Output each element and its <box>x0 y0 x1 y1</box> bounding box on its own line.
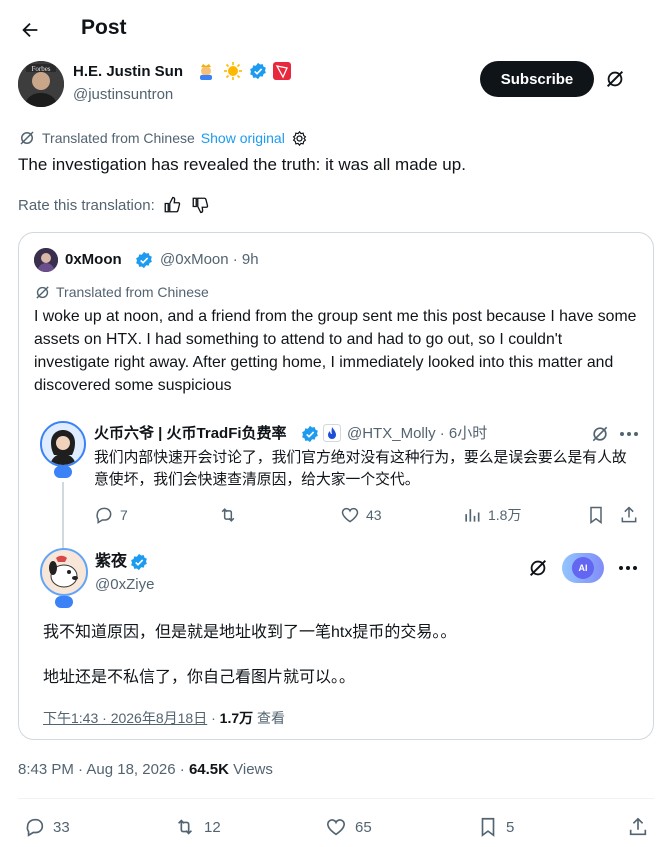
author-handle[interactable]: @justinsuntron <box>73 85 173 105</box>
embedded-name-1: 火币六爷 | 火币TradFi负费率 <box>94 425 287 442</box>
post-text: The investigation has revealed the truth… <box>18 155 466 174</box>
like-icon <box>341 507 359 523</box>
tron-logo-icon <box>273 62 291 80</box>
author-name[interactable]: H.E. Justin Sun <box>73 61 183 83</box>
show-original-link[interactable]: Show original <box>201 130 285 146</box>
views-icon <box>465 509 480 522</box>
reply-button[interactable]: 33 <box>24 815 70 839</box>
divider <box>18 798 654 799</box>
like-button[interactable]: 65 <box>324 815 372 839</box>
thread-line <box>62 482 64 550</box>
share-button[interactable] <box>627 815 656 839</box>
share-icon <box>621 506 637 523</box>
rate-label: Rate this translation: <box>18 196 155 214</box>
embedded-text-2b: 地址还是不私信了，你自己看图片就可以。。 <box>43 669 356 686</box>
reply-count: 33 <box>53 818 70 836</box>
page-title: Post <box>81 16 127 39</box>
quote-translated-label: Translated from Chinese <box>56 284 209 300</box>
quote-author-avatar[interactable] <box>34 248 58 272</box>
thumbs-up-icon[interactable] <box>163 196 181 214</box>
grok-icon <box>526 556 550 580</box>
author-avatar[interactable]: Forbes <box>18 61 64 107</box>
sun-emoji-icon <box>224 62 242 80</box>
embedded-tag-badge <box>54 466 72 478</box>
prince-emoji-icon <box>197 62 215 80</box>
verified-badge-icon <box>130 553 148 571</box>
more-icon <box>618 425 640 443</box>
more-icon <box>617 558 639 578</box>
embedded-views: 1.8万 <box>462 505 521 525</box>
translate-icon <box>34 284 51 301</box>
repost-button[interactable]: 12 <box>173 815 221 839</box>
share-icon <box>629 817 647 836</box>
forbes-logo-text: Forbes <box>31 65 50 73</box>
embedded-text-1: 我们内部快速开会讨论了，我们官方绝对没有这种行为，要么是误会要么是有人故意使坏，… <box>94 450 627 488</box>
embedded-reply: 7 <box>94 505 128 525</box>
ai-icon: AI <box>562 553 604 583</box>
embedded-repost <box>218 505 244 525</box>
reply-icon <box>96 507 112 524</box>
embedded-handle-1: @HTX_Molly · 6小时 <box>347 425 488 442</box>
like-count: 65 <box>355 818 372 836</box>
subscribe-button[interactable]: Subscribe <box>480 61 594 97</box>
embedded-avatar-1 <box>40 421 86 467</box>
verified-badge-icon <box>249 62 267 80</box>
embedded-avatar-2 <box>40 548 88 596</box>
like-icon <box>326 819 346 836</box>
repost-icon <box>177 819 193 835</box>
post-views-word: Views <box>228 761 273 778</box>
quote-author-name[interactable]: 0xMoon <box>65 249 122 271</box>
quote-text: I woke up at noon, and a friend from the… <box>34 308 637 394</box>
grok-icon[interactable] <box>601 65 629 93</box>
bookmark-count: 5 <box>506 818 515 836</box>
translated-label: Translated from Chinese <box>42 130 195 146</box>
back-arrow-icon[interactable] <box>14 14 46 46</box>
embedded-meta: 下午1:43 · 2026年8月18日 · 1.7万 查看 <box>43 710 286 726</box>
translate-icon <box>18 129 36 147</box>
embedded-handle-2: @0xZiye <box>95 576 155 593</box>
embedded-bookmark <box>586 505 612 525</box>
repost-count: 12 <box>204 818 221 836</box>
embedded-views-word: 查看 <box>257 710 286 726</box>
embedded-views-count: 1.7万 <box>219 710 254 726</box>
post-time-date[interactable]: 8:43 PM · Aug 18, 2026 · <box>18 761 189 778</box>
verified-badge-icon <box>135 251 153 269</box>
quote-author-handle-time[interactable]: @0xMoon · 9h <box>160 249 259 271</box>
thumbs-down-icon[interactable] <box>191 196 209 214</box>
bookmark-icon <box>481 817 495 837</box>
post-views-count: 64.5K <box>188 761 229 778</box>
reply-icon <box>26 818 44 837</box>
embedded-like: 43 <box>340 505 382 525</box>
settings-icon[interactable] <box>291 130 308 147</box>
bookmark-icon <box>590 506 602 524</box>
verified-badge-icon <box>301 425 319 443</box>
embedded-tag-badge <box>55 596 73 608</box>
repost-icon <box>221 508 235 522</box>
embedded-share <box>619 505 645 525</box>
grok-icon <box>590 424 610 444</box>
embedded-text-2a: 我不知道原因，但是就是地址收到了一笔htx提币的交易。。 <box>43 624 457 641</box>
htx-flame-icon <box>323 424 341 442</box>
embedded-name-2: 紫夜 <box>95 553 128 570</box>
bookmark-button[interactable]: 5 <box>477 815 514 839</box>
embedded-timestamp: 下午1:43 · 2026年8月18日 <box>43 710 208 726</box>
post-timestamp[interactable]: 8:43 PM · Aug 18, 2026 · 64.5K Views <box>18 760 273 780</box>
